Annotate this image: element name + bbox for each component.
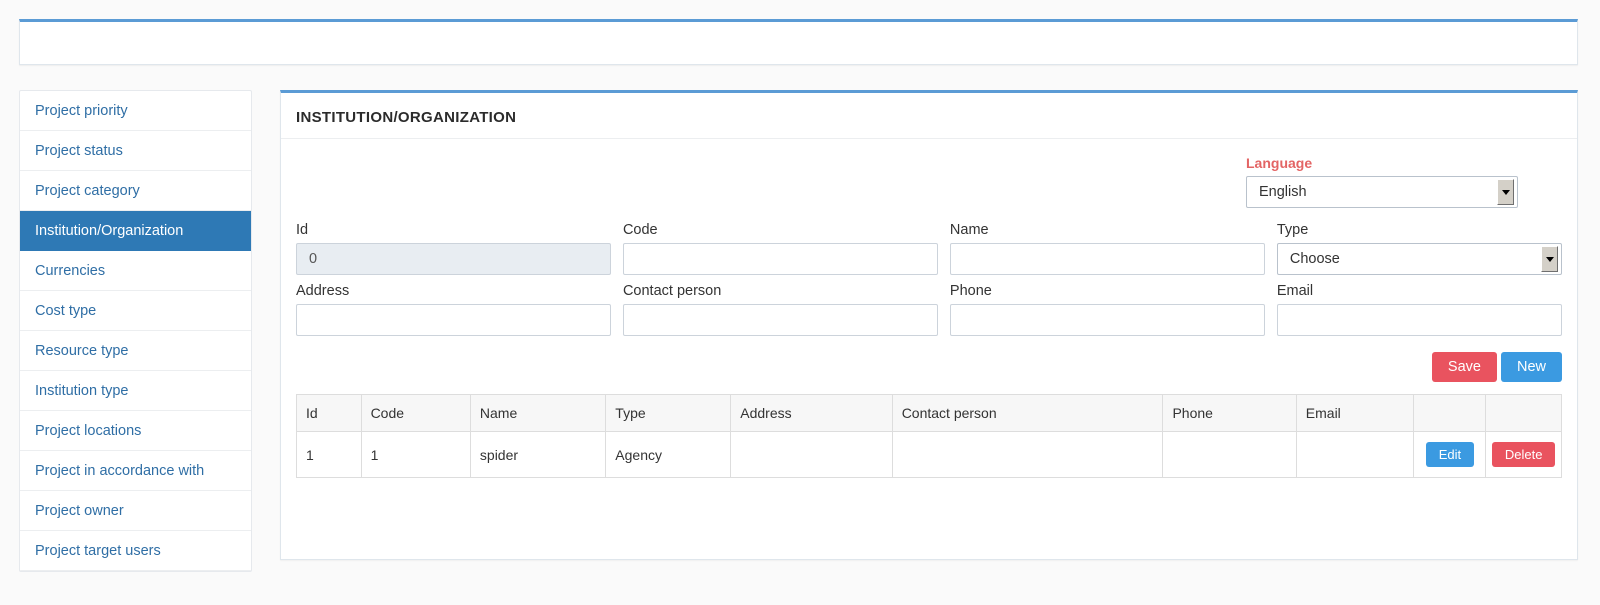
table-body: 1 1 spider Agency Edit Delete — [296, 431, 1562, 478]
table-row: 1 1 spider Agency Edit Delete — [296, 431, 1562, 478]
table-cell-edit: Edit — [1413, 431, 1487, 478]
sidebar-item-project-status[interactable]: Project status — [20, 131, 251, 171]
main-panel: INSTITUTION/ORGANIZATION Language Englis… — [280, 90, 1578, 560]
field-id-label: Id — [296, 222, 309, 238]
table-header-cell: Type — [605, 394, 732, 432]
table-header-cell: Phone — [1162, 394, 1297, 432]
field-type: Type Choose — [1276, 222, 1562, 275]
table-cell-email — [1295, 431, 1415, 478]
top-panel — [19, 19, 1578, 65]
name-input[interactable] — [949, 243, 1265, 275]
table-cell-name: spider — [469, 431, 607, 478]
table-header-cell — [1485, 394, 1562, 432]
field-name: Name — [949, 222, 1265, 275]
sidebar-item-project-locations[interactable]: Project locations — [20, 411, 251, 451]
table-header-cell — [1413, 394, 1487, 432]
sidebar-item-label: Cost type — [35, 303, 97, 319]
delete-button[interactable]: Delete — [1491, 442, 1556, 467]
field-phone: Phone — [949, 283, 1265, 336]
table-header-cell: Contact person — [891, 394, 1164, 432]
table-cell-address — [730, 431, 893, 478]
sidebar-item-label: Project status — [35, 143, 123, 159]
save-button[interactable]: Save — [1431, 352, 1497, 382]
chevron-down-icon[interactable] — [1541, 246, 1558, 272]
phone-input[interactable] — [949, 304, 1265, 336]
field-address-label: Address — [296, 283, 350, 299]
sidebar-item-project-category[interactable]: Project category — [20, 171, 251, 211]
table-header-row: Id Code Name Type Address Contact person Phone… — [296, 394, 1562, 432]
sidebar-item-cost-type[interactable]: Cost type — [20, 291, 251, 331]
sidebar-nav: Project priority Project status Project ca… — [19, 90, 252, 572]
sidebar-item-project-priority[interactable]: Project priority — [20, 91, 251, 131]
table-cell-phone — [1162, 431, 1297, 478]
field-id: Id — [296, 222, 611, 275]
page-title: INSTITUTION/ORGANIZATION — [281, 93, 1577, 139]
address-input[interactable] — [296, 304, 611, 336]
form-actions: Save New — [296, 352, 1562, 382]
table-header-cell: Email — [1295, 394, 1415, 432]
new-button[interactable]: New — [1500, 352, 1562, 382]
type-select-value: Choose — [1289, 251, 1340, 267]
sidebar-item-label: Project in accordance with — [35, 463, 205, 479]
field-name-label: Name — [949, 222, 989, 238]
field-email: Email — [1276, 283, 1562, 336]
field-address: Address — [296, 283, 611, 336]
institutions-table: Id Code Name Type Address Contact person Phone… — [296, 394, 1562, 478]
field-email-label: Email — [1276, 283, 1314, 299]
field-contact: Contact person — [622, 283, 938, 336]
table-header-cell: Name — [469, 394, 607, 432]
sidebar-item-project-target-users[interactable]: Project target users — [20, 531, 251, 571]
sidebar-item-project-in-accordance-with[interactable]: Project in accordance with — [20, 451, 251, 491]
language-select-value: English — [1259, 184, 1307, 200]
sidebar-item-label: Institution/Organization — [35, 223, 184, 239]
field-contact-label: Contact person — [622, 283, 722, 299]
panel-body: Language English Id Code Name — [281, 139, 1577, 478]
id-input — [296, 243, 611, 275]
sidebar-item-label: Currencies — [35, 263, 106, 279]
type-select[interactable]: Choose — [1276, 243, 1562, 275]
table-head: Id Code Name Type Address Contact person Phone… — [296, 394, 1562, 432]
language-select[interactable]: English — [1246, 176, 1518, 208]
table-cell-type: Agency — [605, 431, 732, 478]
sidebar-item-label: Project owner — [35, 503, 124, 519]
table-cell-contact — [891, 431, 1164, 478]
sidebar-item-currencies[interactable]: Currencies — [20, 251, 251, 291]
form-row-1: Id Code Name Type Choose — [296, 222, 1562, 275]
code-input[interactable] — [622, 243, 938, 275]
sidebar-item-institution-type[interactable]: Institution type — [20, 371, 251, 411]
table-header-cell: Code — [360, 394, 471, 432]
sidebar-item-label: Project priority — [35, 103, 128, 119]
edit-button[interactable]: Edit — [1425, 442, 1475, 467]
sidebar-item-project-owner[interactable]: Project owner — [20, 491, 251, 531]
table-cell-delete: Delete — [1485, 431, 1562, 478]
sidebar-item-label: Project category — [35, 183, 140, 199]
table-cell-code: 1 — [360, 431, 471, 478]
sidebar-item-label: Resource type — [35, 343, 129, 359]
contact-person-input[interactable] — [622, 304, 938, 336]
sidebar-item-label: Institution type — [35, 383, 129, 399]
field-type-label: Type — [1276, 222, 1309, 238]
table-cell-id: 1 — [296, 431, 362, 478]
language-label: Language — [1246, 155, 1313, 171]
sidebar-item-resource-type[interactable]: Resource type — [20, 331, 251, 371]
field-code-label: Code — [622, 222, 658, 238]
email-input[interactable] — [1276, 304, 1562, 336]
field-code: Code — [622, 222, 938, 275]
sidebar-item-label: Project target users — [35, 543, 161, 559]
language-block: Language English — [1246, 155, 1518, 208]
sidebar-item-institution-organization[interactable]: Institution/Organization — [20, 211, 251, 251]
table-header-cell: Id — [296, 394, 362, 432]
field-phone-label: Phone — [949, 283, 992, 299]
sidebar-item-label: Project locations — [35, 423, 142, 439]
chevron-down-icon[interactable] — [1497, 179, 1514, 205]
form-row-2: Address Contact person Phone Email — [296, 283, 1562, 336]
table-header-cell: Address — [730, 394, 893, 432]
